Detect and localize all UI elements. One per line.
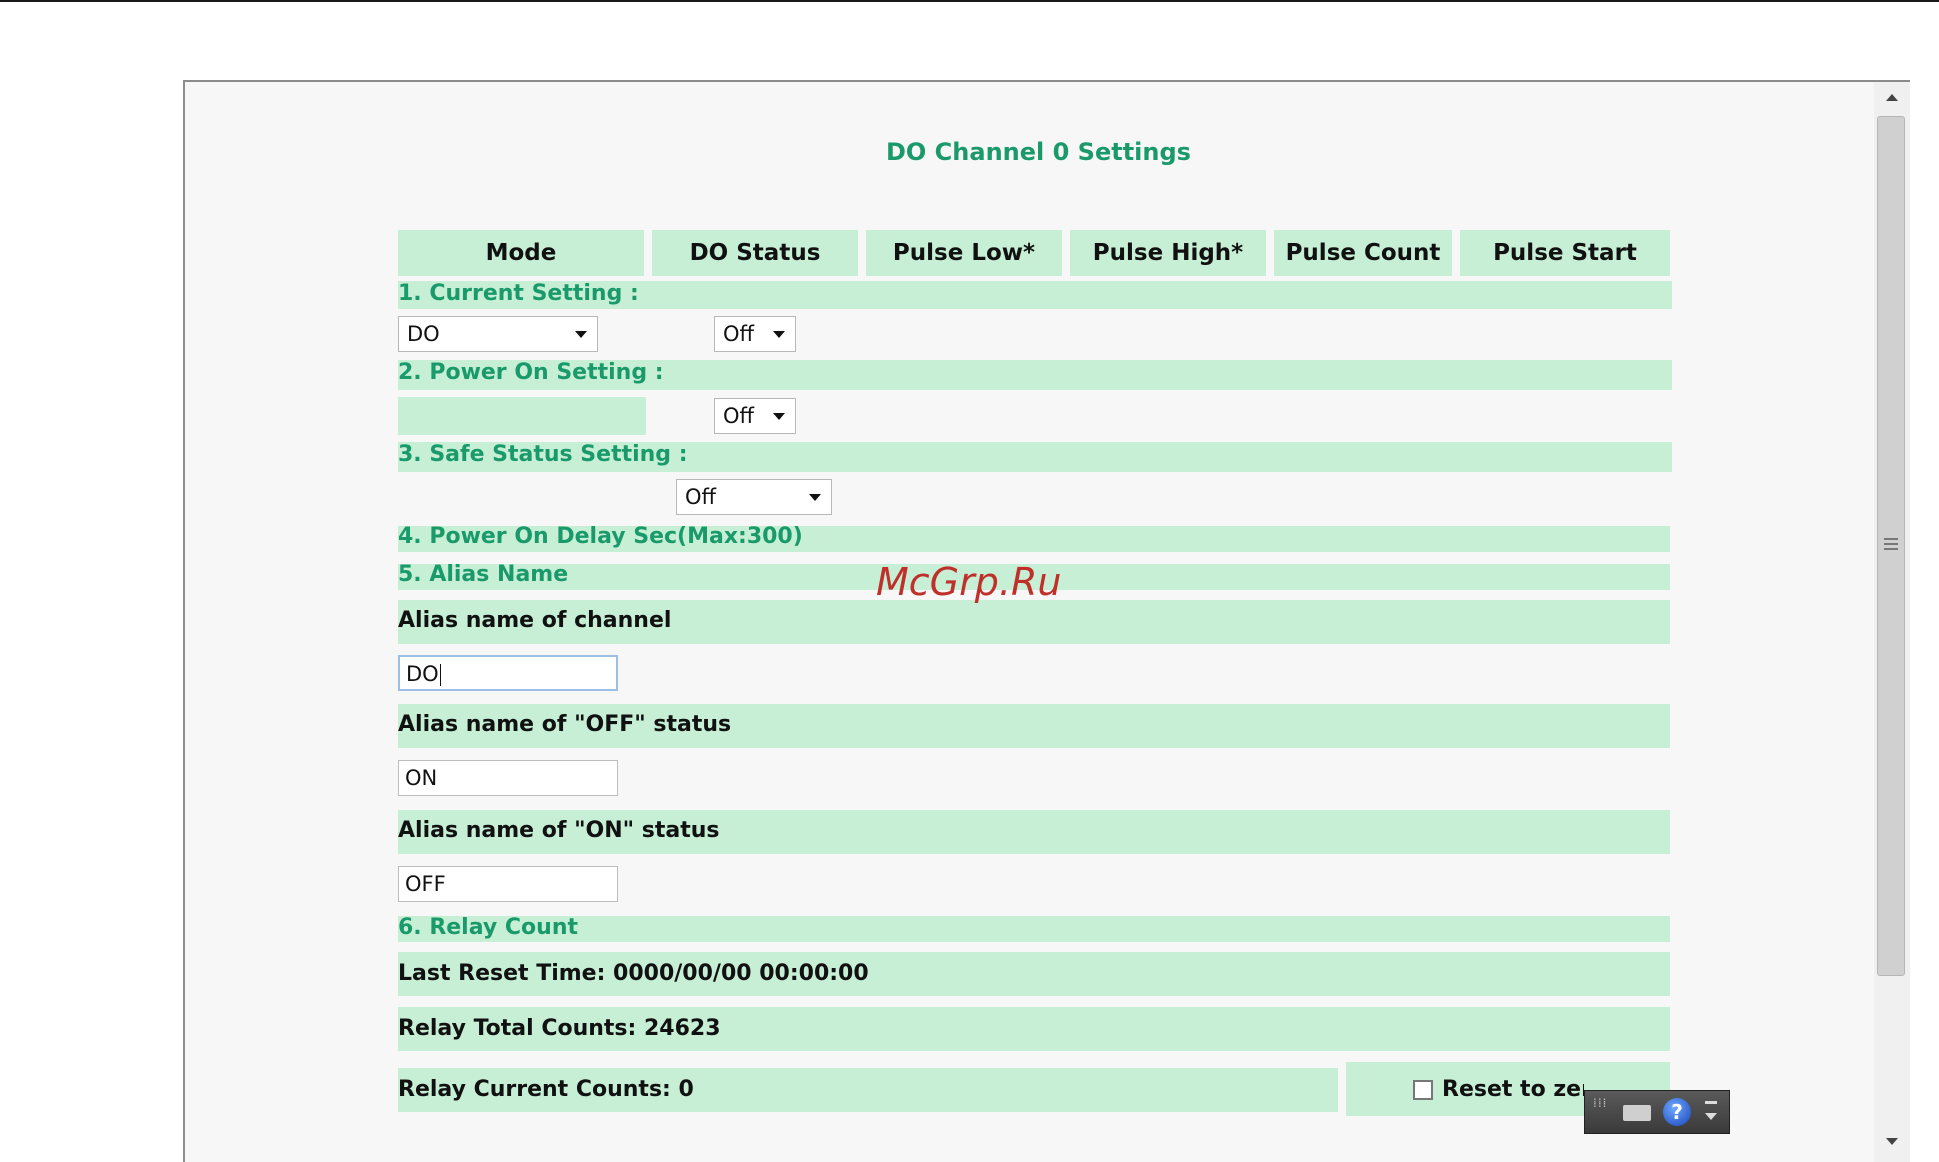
minimize-icon[interactable]: [1705, 1101, 1717, 1104]
chevron-down-icon: [773, 331, 785, 338]
column-header-mode: Mode: [398, 230, 644, 276]
chevron-down-icon[interactable]: [1705, 1113, 1717, 1120]
relay-total-counts: Relay Total Counts: 24623: [398, 1016, 721, 1041]
watermark: McGrp.Ru: [876, 560, 1062, 604]
relay-current-counts: Relay Current Counts: 0: [398, 1077, 694, 1102]
power-on-do-status-value: Off: [723, 404, 754, 428]
current-do-status-value: Off: [723, 322, 754, 346]
section-safe-status-setting: 3. Safe Status Setting :: [398, 442, 688, 467]
mode-select-value: DO: [407, 322, 440, 346]
section-alias-name: 5. Alias Name: [398, 562, 569, 587]
chevron-down-icon: [575, 331, 587, 338]
section-current-setting: 1. Current Setting :: [398, 281, 639, 306]
help-icon[interactable]: ?: [1663, 1098, 1691, 1126]
column-header-do-status: DO Status: [652, 230, 858, 276]
chevron-down-icon: [809, 494, 821, 501]
drag-grip-icon[interactable]: ⁞⁞⁞: [1593, 1097, 1609, 1125]
section-relay-count: 6. Relay Count: [398, 915, 578, 940]
column-header-pulse-low: Pulse Low*: [866, 230, 1062, 276]
alias-off-input[interactable]: ON: [398, 760, 618, 796]
mode-select[interactable]: DO: [398, 316, 598, 352]
section-band-relay: [398, 916, 1670, 942]
alias-on-label: Alias name of "ON" status: [398, 818, 720, 843]
scroll-grip-icon: [1884, 538, 1898, 550]
chevron-down-icon: [773, 413, 785, 420]
alias-on-value: OFF: [405, 872, 446, 896]
column-header-pulse-start: Pulse Start: [1460, 230, 1670, 276]
alias-off-label: Alias name of "OFF" status: [398, 712, 732, 737]
alias-channel-label: Alias name of channel: [398, 608, 672, 633]
reset-to-zero-label: Reset to zero: [1442, 1077, 1584, 1102]
alias-on-input[interactable]: OFF: [398, 866, 618, 902]
alias-channel-value: DO: [406, 662, 439, 686]
scroll-up-arrow-icon[interactable]: [1886, 94, 1898, 101]
safe-status-value: Off: [685, 485, 716, 509]
alias-off-value: ON: [405, 766, 438, 790]
input-toolbar: ⁞⁞⁞ ?: [1584, 1090, 1730, 1134]
top-border: [0, 0, 1939, 2]
section-power-on-delay: 4. Power On Delay Sec(Max:300): [398, 524, 803, 549]
safe-status-select[interactable]: Off: [676, 479, 832, 515]
last-reset-time: Last Reset Time: 0000/00/00 00:00:00: [398, 961, 869, 986]
keyboard-icon[interactable]: [1623, 1105, 1651, 1121]
alias-channel-input[interactable]: DO: [398, 655, 618, 691]
text-caret: [439, 664, 441, 686]
power-on-do-status-select[interactable]: Off: [714, 398, 796, 434]
section-power-on-setting: 2. Power On Setting :: [398, 360, 664, 385]
column-header-pulse-count: Pulse Count: [1274, 230, 1452, 276]
scroll-down-arrow-icon[interactable]: [1886, 1138, 1898, 1145]
reset-to-zero-checkbox[interactable]: [1413, 1080, 1433, 1100]
power-on-mode-cell: [398, 397, 646, 435]
column-header-pulse-high: Pulse High*: [1070, 230, 1266, 276]
page-title: DO Channel 0 Settings: [886, 138, 1191, 166]
current-do-status-select[interactable]: Off: [714, 316, 796, 352]
